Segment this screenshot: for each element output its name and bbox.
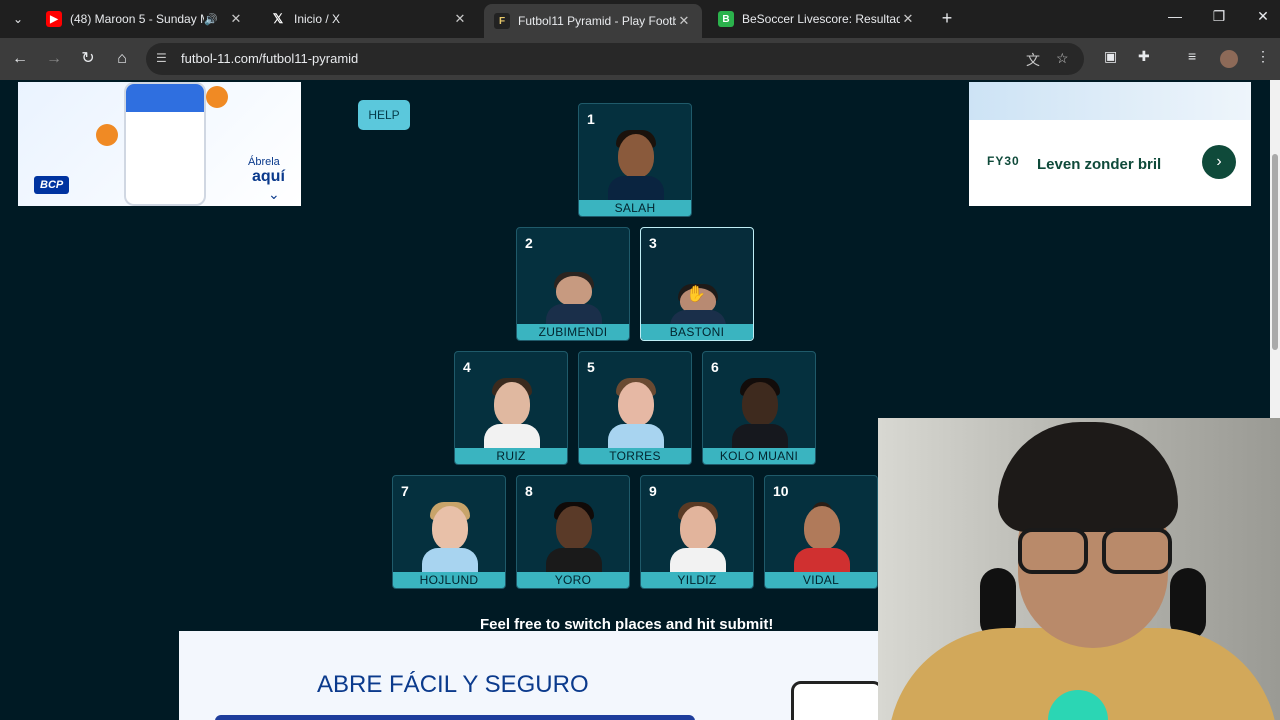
tab-title: Inicio / X <box>294 12 341 26</box>
tab-besoccer[interactable]: B BeSoccer Livescore: Resultados ✕ <box>708 4 926 34</box>
tab-futbol11[interactable]: F Futbol11 Pyramid - Play Footba ✕ <box>484 4 702 38</box>
extensions-icon[interactable]: ✚ <box>1138 48 1150 65</box>
site-info-icon[interactable]: ☰ <box>156 51 167 65</box>
bcp-ad-banner[interactable]: BCP Ábrela aquí ⌄ <box>18 82 301 206</box>
player-name: RUIZ <box>455 448 567 464</box>
player-name: SALAH <box>579 200 691 216</box>
tab-group-icon[interactable]: ▣ <box>1104 48 1117 65</box>
media-control-icon[interactable]: ≡ <box>1188 48 1196 64</box>
player-photo <box>670 502 726 574</box>
tab-title: (48) Maroon 5 - Sunday Mo <box>70 12 205 26</box>
player-card-6[interactable]: 6 KOLO MUANI <box>702 351 816 465</box>
restore-icon[interactable]: ❐ <box>1208 8 1230 25</box>
scrollbar-thumb[interactable] <box>1272 154 1278 350</box>
chevron-right-icon[interactable]: › <box>1202 145 1236 179</box>
address-bar[interactable]: ☰ futbol-11.com/futbol11-pyramid 文 ☆ <box>146 43 1084 75</box>
tab-search-button[interactable]: ⌄ <box>6 7 30 31</box>
translate-icon[interactable]: 文 <box>1026 50 1040 70</box>
player-card-5[interactable]: 5 TORRES <box>578 351 692 465</box>
bookmark-star-icon[interactable]: ☆ <box>1056 50 1069 67</box>
minimize-icon[interactable]: — <box>1164 8 1186 24</box>
youtube-icon: ▶ <box>46 11 62 27</box>
tab-title: Futbol11 Pyramid - Play Footba <box>518 14 676 28</box>
card-number: 10 <box>773 483 789 499</box>
help-button[interactable]: HELP <box>358 100 410 130</box>
card-number: 6 <box>711 359 719 375</box>
phone-image <box>791 681 879 720</box>
player-card-8[interactable]: 8 YORO <box>516 475 630 589</box>
player-name: ZUBIMENDI <box>517 324 629 340</box>
player-name: KOLO MUANI <box>703 448 815 464</box>
ad-text: ABRE FÁCIL Y SEGURO <box>317 671 589 698</box>
card-number: 4 <box>463 359 471 375</box>
home-icon[interactable]: ⌂ <box>110 47 134 71</box>
player-name: TORRES <box>579 448 691 464</box>
menu-dots-icon[interactable]: ⋮ <box>1256 48 1270 65</box>
player-card-1[interactable]: 1 SALAH <box>578 103 692 217</box>
forward-icon[interactable]: → <box>42 47 66 71</box>
card-number: 8 <box>525 483 533 499</box>
close-tab-icon[interactable]: ✕ <box>452 11 468 27</box>
bcp-logo: BCP <box>34 176 70 194</box>
ad-decoration-icon <box>96 124 118 146</box>
browser-toolbar: ← → ↻ ⌂ ☰ futbol-11.com/futbol11-pyramid… <box>0 38 1280 80</box>
player-name: BASTONI <box>641 324 753 340</box>
reload-icon[interactable]: ↻ <box>76 47 100 71</box>
player-photo <box>608 378 664 450</box>
url-text[interactable]: futbol-11.com/futbol11-pyramid <box>181 51 358 66</box>
back-icon[interactable]: ← <box>8 47 32 71</box>
card-number: 1 <box>587 111 595 127</box>
bottom-ad-banner[interactable]: ABRE FÁCIL Y SEGURO <box>179 631 879 720</box>
webcam-overlay <box>878 418 1280 720</box>
player-photo <box>732 378 788 450</box>
player-photo <box>546 272 602 326</box>
card-number: 9 <box>649 483 657 499</box>
player-name: VIDAL <box>765 572 877 588</box>
player-card-7[interactable]: 7 HOJLUND <box>392 475 506 589</box>
ad-text: Leven zonder bril <box>1037 156 1162 173</box>
card-number: 7 <box>401 483 409 499</box>
ad-decoration <box>215 715 695 720</box>
card-number: 3 <box>649 235 657 251</box>
player-photo <box>422 502 478 574</box>
card-number: 5 <box>587 359 595 375</box>
player-card-2[interactable]: 2 ZUBIMENDI <box>516 227 630 341</box>
player-photo <box>608 130 664 202</box>
player-card-10[interactable]: 10 VIDAL <box>764 475 878 589</box>
ad-text: aquí <box>252 168 285 185</box>
new-tab-button[interactable]: + <box>936 8 958 29</box>
futbol11-icon: F <box>494 13 510 29</box>
close-tab-icon[interactable]: ✕ <box>676 13 692 29</box>
speaker-icon[interactable]: 🔊 <box>204 13 218 26</box>
glasses-image <box>1018 528 1178 578</box>
player-photo <box>794 502 850 574</box>
player-name: YORO <box>517 572 629 588</box>
player-card-9[interactable]: 9 YILDIZ <box>640 475 754 589</box>
player-name: HOJLUND <box>393 572 505 588</box>
close-tab-icon[interactable]: ✕ <box>228 11 244 27</box>
player-photo <box>484 378 540 450</box>
close-tab-icon[interactable]: ✕ <box>900 11 916 27</box>
player-photo <box>546 502 602 574</box>
player-name: YILDIZ <box>641 572 753 588</box>
card-number: 2 <box>525 235 533 251</box>
close-window-icon[interactable]: ✕ <box>1252 8 1274 25</box>
ad-text: Ábrela <box>248 156 280 168</box>
player-card-4[interactable]: 4 RUIZ <box>454 351 568 465</box>
ad-image <box>969 82 1251 120</box>
fy30-ad-banner[interactable]: FY30 Leven zonder bril › <box>969 82 1251 206</box>
x-icon: 𝕏 <box>272 11 284 26</box>
ad-decoration-icon <box>206 86 228 108</box>
tab-x[interactable]: 𝕏 Inicio / X ✕ <box>260 4 478 34</box>
tab-youtube[interactable]: ▶ (48) Maroon 5 - Sunday Mo 🔊 ✕ <box>36 4 254 34</box>
tab-strip: ⌄ ▶ (48) Maroon 5 - Sunday Mo 🔊 ✕ 𝕏 Inic… <box>0 0 1280 38</box>
hand-cursor-icon: ✋ <box>686 286 706 303</box>
besoccer-icon: B <box>718 11 734 27</box>
fy30-logo: FY30 <box>987 154 1020 168</box>
chevron-down-icon: ⌄ <box>268 186 280 202</box>
phone-image <box>124 82 206 206</box>
tab-title: BeSoccer Livescore: Resultados <box>742 12 900 26</box>
profile-avatar[interactable] <box>1220 50 1238 68</box>
